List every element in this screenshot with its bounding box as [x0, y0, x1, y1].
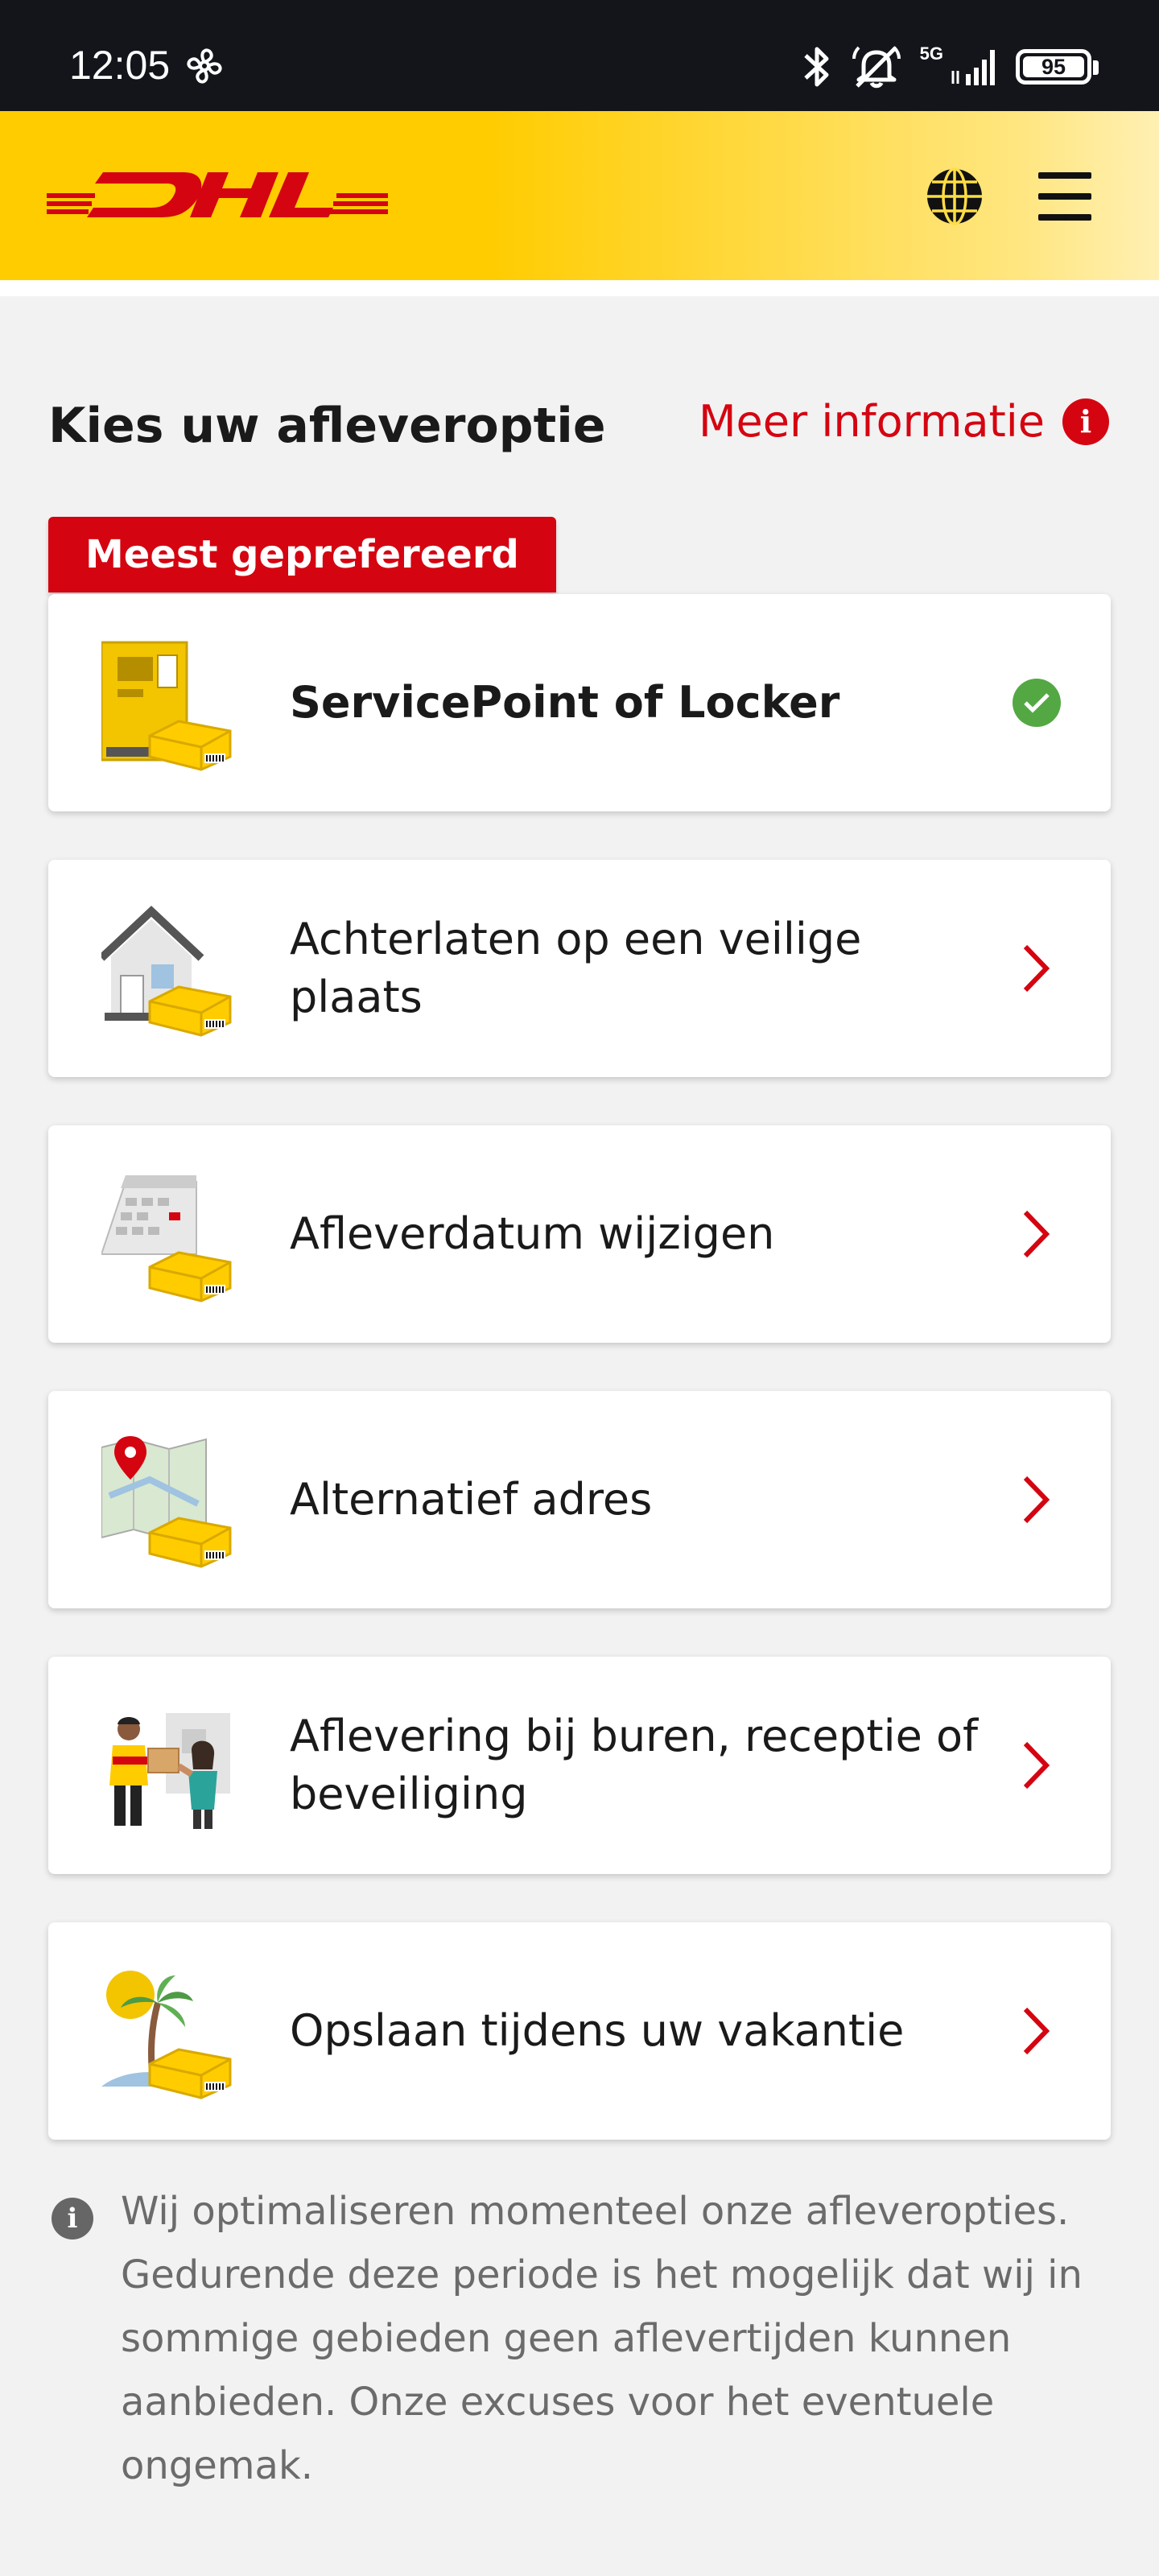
option-label: Aflevering bij buren, receptie of beveil… [290, 1711, 979, 1819]
hamburger-menu-icon[interactable] [1038, 172, 1091, 221]
option-vacation-hold[interactable]: Opslaan tijdens uw vakantie [48, 1922, 1111, 2140]
option-label: Alternatief adres [290, 1474, 653, 1525]
battery-indicator: 95 [1016, 49, 1099, 85]
fan-icon [187, 48, 222, 84]
chevron-right-icon [1023, 1210, 1050, 1258]
network-type: 5G [919, 43, 943, 64]
option-alternative-address[interactable]: Alternatief adres [48, 1391, 1111, 1608]
option-label: Afleverdatum wijzigen [290, 1208, 775, 1259]
option-change-date[interactable]: Afleverdatum wijzigen [48, 1125, 1111, 1343]
globe-icon[interactable] [924, 166, 985, 227]
header-divider [0, 280, 1159, 296]
signal-icon [951, 50, 995, 85]
bluetooth-icon [803, 47, 829, 87]
option-servicepoint-locker[interactable]: ServicePoint of Locker [48, 594, 1111, 811]
chevron-right-icon [1023, 944, 1050, 993]
option-label: Opslaan tijdens uw vakantie [290, 2005, 905, 2056]
status-icons: 5G 95 [801, 40, 1099, 93]
app-header [0, 111, 1159, 280]
page-title: Kies uw afleveroptie [48, 398, 606, 454]
chevron-right-icon [1023, 1741, 1050, 1790]
locker-parcel-icon [101, 641, 232, 771]
more-info-label[interactable]: Meer informatie [699, 396, 1045, 447]
more-info-link[interactable]: Meer informatie i [699, 396, 1109, 447]
option-neighbours-reception[interactable]: Aflevering bij buren, receptie of beveil… [48, 1657, 1111, 1874]
option-label: Achterlaten op een veilige plaats [290, 914, 862, 1022]
chevron-right-icon [1023, 2007, 1050, 2055]
chevron-right-icon [1023, 1476, 1050, 1524]
info-note-text: Wij optimaliseren momenteel onze aflever… [121, 2189, 1083, 2488]
dhl-logo[interactable] [47, 169, 388, 222]
info-icon[interactable]: i [1062, 398, 1109, 445]
selected-check-icon [1013, 679, 1061, 727]
option-safe-place[interactable]: Achterlaten op een veilige plaats [48, 860, 1111, 1077]
map-parcel-icon [101, 1436, 232, 1568]
option-label: ServicePoint of Locker [290, 677, 840, 728]
vacation-parcel-icon [101, 1971, 232, 2099]
status-time: 12:05 [69, 43, 171, 88]
muted-bell-icon [852, 46, 901, 89]
house-parcel-icon [101, 906, 232, 1037]
calendar-parcel-icon [101, 1175, 232, 1302]
status-bar: 12:05 5G 95 [0, 0, 1159, 111]
battery-level: 95 [1041, 54, 1066, 79]
neighbour-handover-icon [109, 1713, 230, 1829]
preferred-badge: Meest geprefereerd [48, 517, 556, 592]
info-icon: i [52, 2198, 93, 2240]
